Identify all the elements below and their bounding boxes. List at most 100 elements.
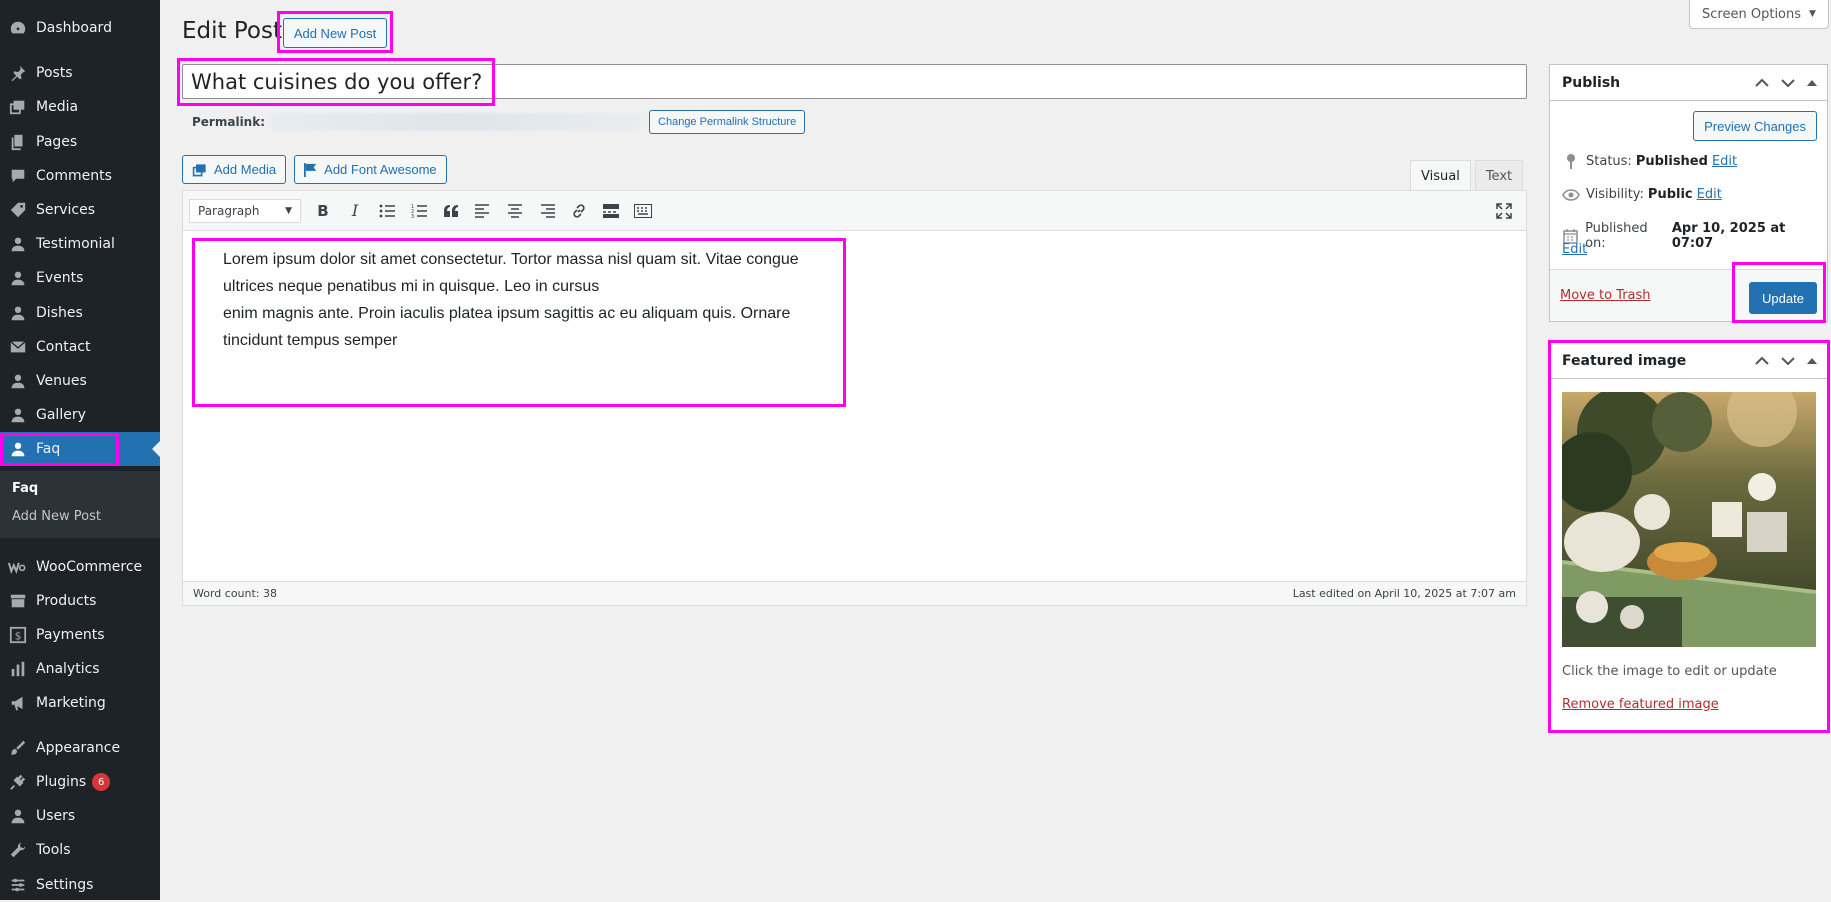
sidebar-item-dashboard[interactable]: Dashboard — [0, 11, 160, 45]
chevron-down-icon[interactable] — [1781, 356, 1795, 366]
comment-icon — [8, 166, 28, 186]
admin-sidebar: Dashboard Posts Media Pages Comments Ser… — [0, 0, 160, 900]
numbered-list-button[interactable]: 123 — [403, 197, 435, 225]
post-title-input[interactable] — [182, 64, 1527, 99]
svg-text:$: $ — [15, 630, 22, 643]
insert-link-button[interactable] — [563, 197, 595, 225]
collapse-triangle-icon[interactable] — [1807, 356, 1817, 366]
sidebar-item-marketing[interactable]: Marketing — [0, 686, 160, 720]
preview-changes-button[interactable]: Preview Changes — [1693, 111, 1817, 141]
sidebar-item-payments[interactable]: $ Payments — [0, 618, 160, 652]
editor-content[interactable]: Lorem ipsum dolor sit amet consectetur. … — [223, 246, 803, 354]
align-center-button[interactable] — [499, 197, 531, 225]
sidebar-item-gallery[interactable]: Gallery — [0, 398, 160, 432]
update-button[interactable]: Update — [1749, 282, 1817, 314]
edit-status-link[interactable]: Edit — [1712, 154, 1737, 169]
published-value: Apr 10, 2025 at 07:07 — [1671, 221, 1786, 251]
sidebar-item-products[interactable]: Products — [0, 584, 160, 618]
sidebar-item-comments[interactable]: Comments — [0, 159, 160, 193]
sidebar-item-settings[interactable]: Settings — [0, 868, 160, 902]
featured-image-panel-header: Featured image — [1550, 343, 1827, 379]
wrench-icon — [8, 840, 28, 860]
featured-image-hint: Click the image to edit or update — [1562, 664, 1777, 679]
sidebar-item-services[interactable]: Services — [0, 193, 160, 227]
change-permalink-button[interactable]: Change Permalink Structure — [649, 110, 806, 134]
user-icon — [8, 303, 28, 323]
sidebar-item-posts[interactable]: Posts — [0, 56, 160, 90]
blockquote-button[interactable] — [435, 197, 467, 225]
bold-button[interactable]: B — [307, 197, 339, 225]
align-left-icon — [475, 203, 489, 218]
collapse-triangle-icon[interactable] — [1807, 78, 1817, 88]
sidebar-item-woocommerce[interactable]: WooCommerce — [0, 550, 160, 584]
read-more-button[interactable] — [595, 197, 627, 225]
tab-visual[interactable]: Visual — [1410, 160, 1471, 191]
edit-date-link[interactable]: Edit — [1562, 242, 1587, 257]
publish-panel-title: Publish — [1562, 74, 1621, 91]
svg-text:3: 3 — [411, 214, 414, 218]
sidebar-item-venues[interactable]: Venues — [0, 364, 160, 398]
sidebar-item-users[interactable]: Users — [0, 799, 160, 833]
bulleted-list-button[interactable] — [371, 197, 403, 225]
italic-button[interactable]: I — [339, 197, 371, 225]
pushpin-icon — [8, 63, 28, 83]
add-font-awesome-label: Add Font Awesome — [324, 162, 437, 177]
visibility-label: Visibility: — [1586, 187, 1644, 202]
dashboard-icon — [8, 18, 28, 38]
screen-options-button[interactable]: Screen Options ▼ — [1689, 0, 1829, 29]
featured-image-panel: Featured image Click the image to edit o… — [1549, 342, 1828, 731]
chevron-up-icon[interactable] — [1755, 356, 1769, 366]
bulleted-list-icon — [379, 204, 395, 217]
status-value: Published — [1635, 153, 1708, 169]
sidebar-item-dishes[interactable]: Dishes — [0, 296, 160, 330]
align-left-button[interactable] — [467, 197, 499, 225]
user-icon — [8, 405, 28, 425]
sidebar-item-media[interactable]: Media — [0, 90, 160, 124]
sidebar-item-plugins[interactable]: Plugins 6 — [0, 765, 160, 799]
sidebar-item-appearance[interactable]: Appearance — [0, 731, 160, 765]
user-icon — [8, 268, 28, 288]
keyboard-icon — [634, 203, 652, 218]
sidebar-item-tools[interactable]: Tools — [0, 833, 160, 867]
toolbar-toggle-button[interactable] — [627, 197, 659, 225]
chevron-up-icon[interactable] — [1755, 78, 1769, 88]
sidebar-item-faq[interactable]: Faq — [0, 432, 160, 466]
envelope-icon — [8, 337, 28, 357]
add-font-awesome-button[interactable]: Add Font Awesome — [294, 155, 447, 184]
align-right-button[interactable] — [531, 197, 563, 225]
caret-down-icon: ▼ — [285, 205, 292, 216]
publish-actions: Move to Trash Update — [1550, 269, 1827, 321]
chevron-down-icon[interactable] — [1781, 78, 1795, 88]
tab-text[interactable]: Text — [1474, 160, 1524, 191]
add-media-button[interactable]: Add Media — [182, 155, 287, 184]
sidebar-item-pages[interactable]: Pages — [0, 125, 160, 159]
format-select[interactable]: Paragraph ▼ — [189, 198, 301, 223]
numbered-list-icon: 123 — [411, 204, 427, 218]
edit-visibility-link[interactable]: Edit — [1697, 187, 1722, 202]
editor-box: Paragraph ▼ B I 123 Lorem ipsum dolor si… — [182, 190, 1527, 606]
pin-icon — [1562, 153, 1580, 169]
user-icon — [8, 439, 28, 459]
featured-image-panel-title: Featured image — [1562, 352, 1687, 369]
remove-featured-image-link[interactable]: Remove featured image — [1562, 697, 1719, 712]
media-buttons: Add Media Add Font Awesome — [182, 155, 447, 184]
last-edited: Last edited on April 10, 2025 at 7:07 am — [1292, 587, 1516, 600]
sidebar-item-testimonial[interactable]: Testimonial — [0, 227, 160, 261]
italic-icon: I — [351, 201, 359, 220]
brush-icon — [8, 738, 28, 758]
sidebar-item-contact[interactable]: Contact — [0, 330, 160, 364]
content-paragraph: enim magnis ante. Proin iaculis platea i… — [223, 305, 791, 349]
sidebar-item-analytics[interactable]: Analytics — [0, 652, 160, 686]
published-label: Published on: — [1585, 221, 1648, 251]
sidebar-item-events[interactable]: Events — [0, 261, 160, 295]
fullscreen-button[interactable] — [1488, 197, 1520, 225]
status-row: Status: Published Edit — [1562, 153, 1737, 169]
editor-status-bar: Word count: 38 Last edited on April 10, … — [183, 581, 1526, 605]
featured-image-thumbnail[interactable] — [1562, 392, 1816, 647]
permalink-url-redacted[interactable] — [271, 113, 642, 131]
submenu-item-faq[interactable]: Faq — [12, 481, 38, 496]
add-new-post-button[interactable]: Add New Post — [283, 18, 387, 48]
submenu-item-add-new-post[interactable]: Add New Post — [12, 509, 101, 524]
tag-icon — [8, 200, 28, 220]
move-to-trash-link[interactable]: Move to Trash — [1560, 288, 1651, 303]
